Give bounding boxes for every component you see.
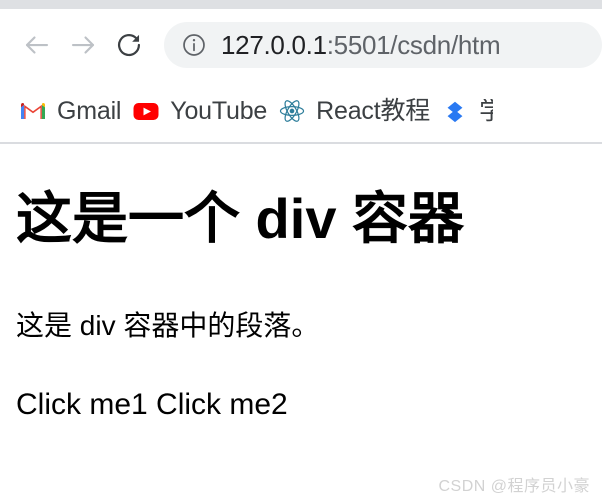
bookmark-youtube-label: YouTube — [170, 96, 268, 125]
back-arrow-icon — [22, 30, 52, 60]
double-chevron-down-icon — [442, 98, 468, 124]
gmail-icon — [20, 98, 46, 124]
bookmark-partial[interactable]: 学 — [436, 90, 493, 132]
address-bar[interactable]: 127.0.0.1:5501/csdn/htm — [164, 21, 602, 68]
url-host: 127.0.0.1 — [221, 31, 327, 58]
links-separator — [148, 388, 156, 421]
url-text: 127.0.0.1:5501/csdn/htm — [221, 32, 500, 58]
click-me2-link[interactable]: Click me2 — [156, 388, 288, 421]
site-info-icon[interactable] — [181, 32, 207, 58]
bookmark-react-tutorial-label: React教程 — [316, 96, 431, 125]
bookmark-gmail[interactable]: Gmail — [14, 90, 127, 132]
csdn-watermark: CSDN @程序员小豪 — [438, 478, 590, 495]
page-heading: 这是一个 div 容器 — [16, 187, 465, 250]
bookmarks-bar: Gmail YouTube React教程 学 — [0, 80, 602, 142]
bookmark-react-tutorial[interactable]: React教程 — [273, 90, 436, 132]
url-path: :5501/csdn/htm — [326, 31, 501, 58]
forward-button[interactable] — [60, 22, 106, 68]
reload-button[interactable] — [106, 22, 152, 68]
page-links-row: Click me1 Click me2 — [16, 342, 586, 421]
bookmark-youtube[interactable]: YouTube — [127, 90, 273, 132]
reload-icon — [115, 31, 143, 59]
forward-arrow-icon — [68, 30, 98, 60]
back-button[interactable] — [14, 22, 60, 68]
click-me1-link[interactable]: Click me1 — [16, 388, 148, 421]
bookmark-gmail-label: Gmail — [57, 96, 122, 125]
bookmark-partial-label: 学 — [479, 98, 494, 124]
browser-toolbar: 127.0.0.1:5501/csdn/htm — [0, 9, 602, 80]
youtube-icon — [133, 98, 159, 124]
page-content: 这是一个 div 容器 这是 div 容器中的段落。 Click me1 Cli… — [0, 144, 602, 504]
tab-strip — [0, 0, 602, 9]
browser-window: 127.0.0.1:5501/csdn/htm Gmail YouTube Re… — [0, 0, 602, 504]
react-icon — [279, 98, 305, 124]
page-paragraph: 这是 div 容器中的段落。 — [16, 309, 320, 341]
